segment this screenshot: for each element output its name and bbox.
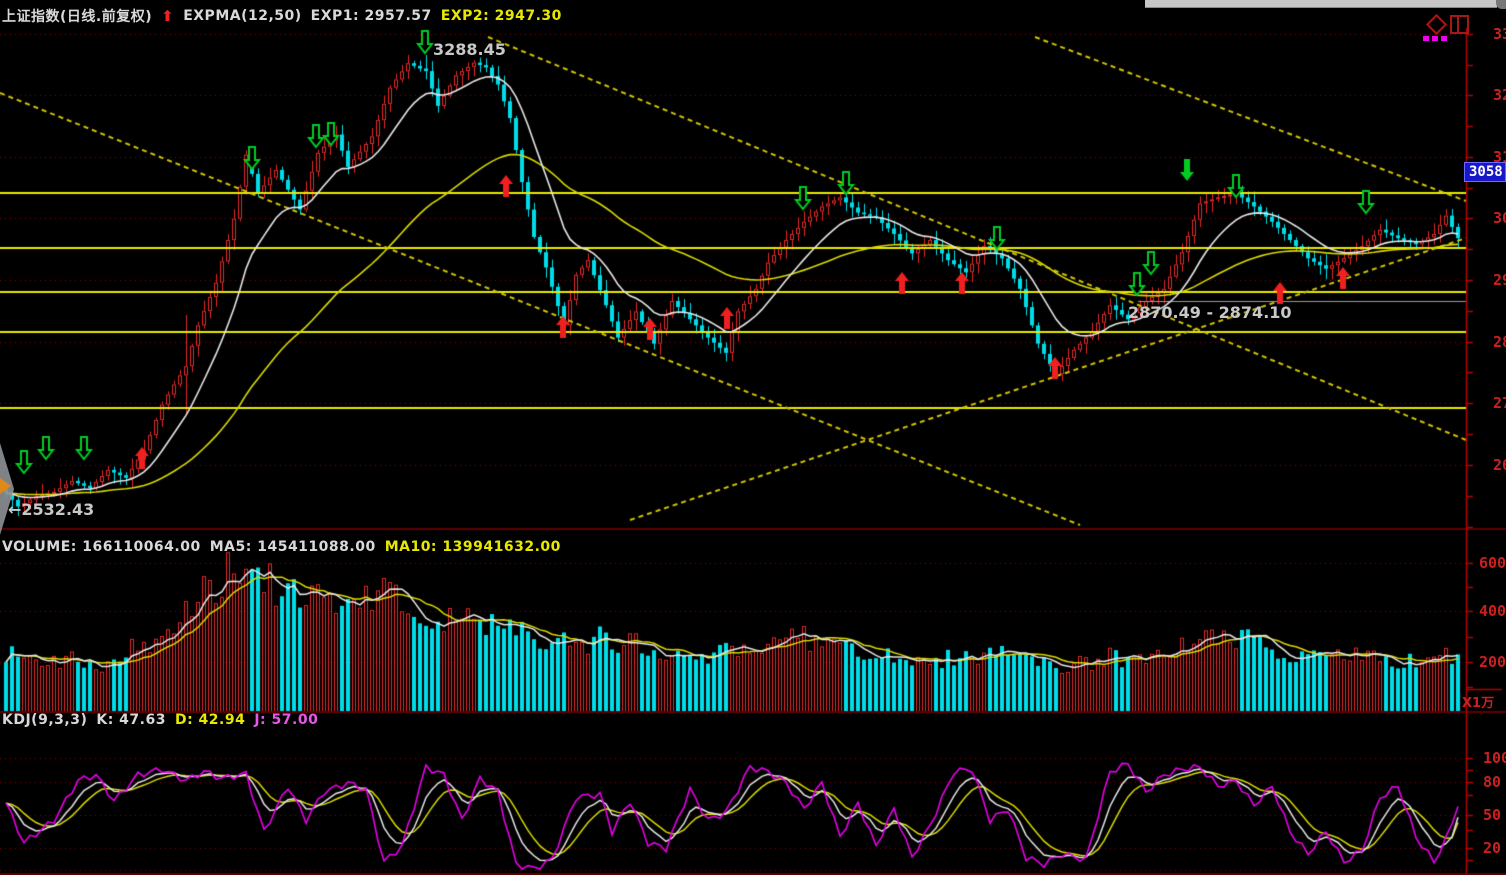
volume-ma10-value: MA10: 139941632.00 — [385, 539, 561, 555]
background-window-corner — [1496, 0, 1506, 9]
volume-value: VOLUME: 166110064.00 — [2, 539, 201, 555]
exp1-value: EXP1: 2957.57 — [311, 8, 432, 24]
price-axis-label: 30 — [1493, 209, 1506, 227]
more-options-dots-icon[interactable] — [1423, 36, 1447, 41]
volume-axis-label: 200 — [1479, 653, 1506, 671]
price-axis-label: 31 — [1493, 148, 1506, 166]
kdj-axis-label: 80 — [1483, 773, 1501, 791]
indicator-name[interactable]: EXPMA(12,50) — [183, 8, 301, 24]
up-arrow-icon: ⬆ — [161, 10, 174, 22]
low-price-annotation: ←2532.43 — [8, 500, 94, 519]
price-axis-label: 33 — [1493, 25, 1506, 43]
kdj-j-value: J: 57.00 — [254, 712, 318, 728]
volume-ma5-value: MA5: 145411088.00 — [210, 539, 376, 555]
price-axis-label: 26 — [1493, 456, 1506, 474]
volume-unit-label: X1万 — [1462, 692, 1494, 711]
kdj-name[interactable]: KDJ(9,3,3) — [2, 712, 87, 728]
symbol-title[interactable]: 上证指数(日线.前复权) — [2, 6, 152, 26]
price-range-annotation: 2870.49 - 2874.10 — [1128, 303, 1292, 322]
window-panel-icon-divider — [1457, 17, 1459, 32]
volume-axis-label: 600 — [1479, 554, 1506, 572]
background-window-strip — [1145, 0, 1497, 8]
volume-axis-label: 400 — [1479, 602, 1506, 620]
kdj-header: KDJ(9,3,3) K: 47.63 D: 42.94 J: 57.00 — [2, 712, 318, 728]
exp2-value: EXP2: 2947.30 — [441, 8, 562, 24]
price-axis-label: 32 — [1493, 86, 1506, 104]
window-panel-icon[interactable] — [1450, 15, 1469, 34]
peak-price-annotation: 3288.45 — [433, 40, 506, 59]
kdj-axis-label: 50 — [1483, 806, 1501, 824]
volume-header: VOLUME: 166110064.00 MA5: 145411088.00 M… — [2, 539, 561, 555]
chart-canvas[interactable] — [0, 0, 1506, 875]
price-axis-label: 29 — [1493, 271, 1506, 289]
price-axis-label: 27 — [1493, 394, 1506, 412]
kdj-k-value: K: 47.63 — [96, 712, 166, 728]
price-axis-label: 28 — [1493, 333, 1506, 351]
kdj-d-value: D: 42.94 — [175, 712, 245, 728]
stock-chart-app: 上证指数(日线.前复权) ⬆ EXPMA(12,50) EXP1: 2957.5… — [0, 0, 1506, 875]
kdj-axis-label: 20 — [1483, 839, 1501, 857]
kdj-axis-label: 100 — [1483, 749, 1506, 767]
main-chart-header: 上证指数(日线.前复权) ⬆ EXPMA(12,50) EXP1: 2957.5… — [2, 6, 562, 26]
corner-watermark-arrow-icon — [0, 478, 11, 494]
